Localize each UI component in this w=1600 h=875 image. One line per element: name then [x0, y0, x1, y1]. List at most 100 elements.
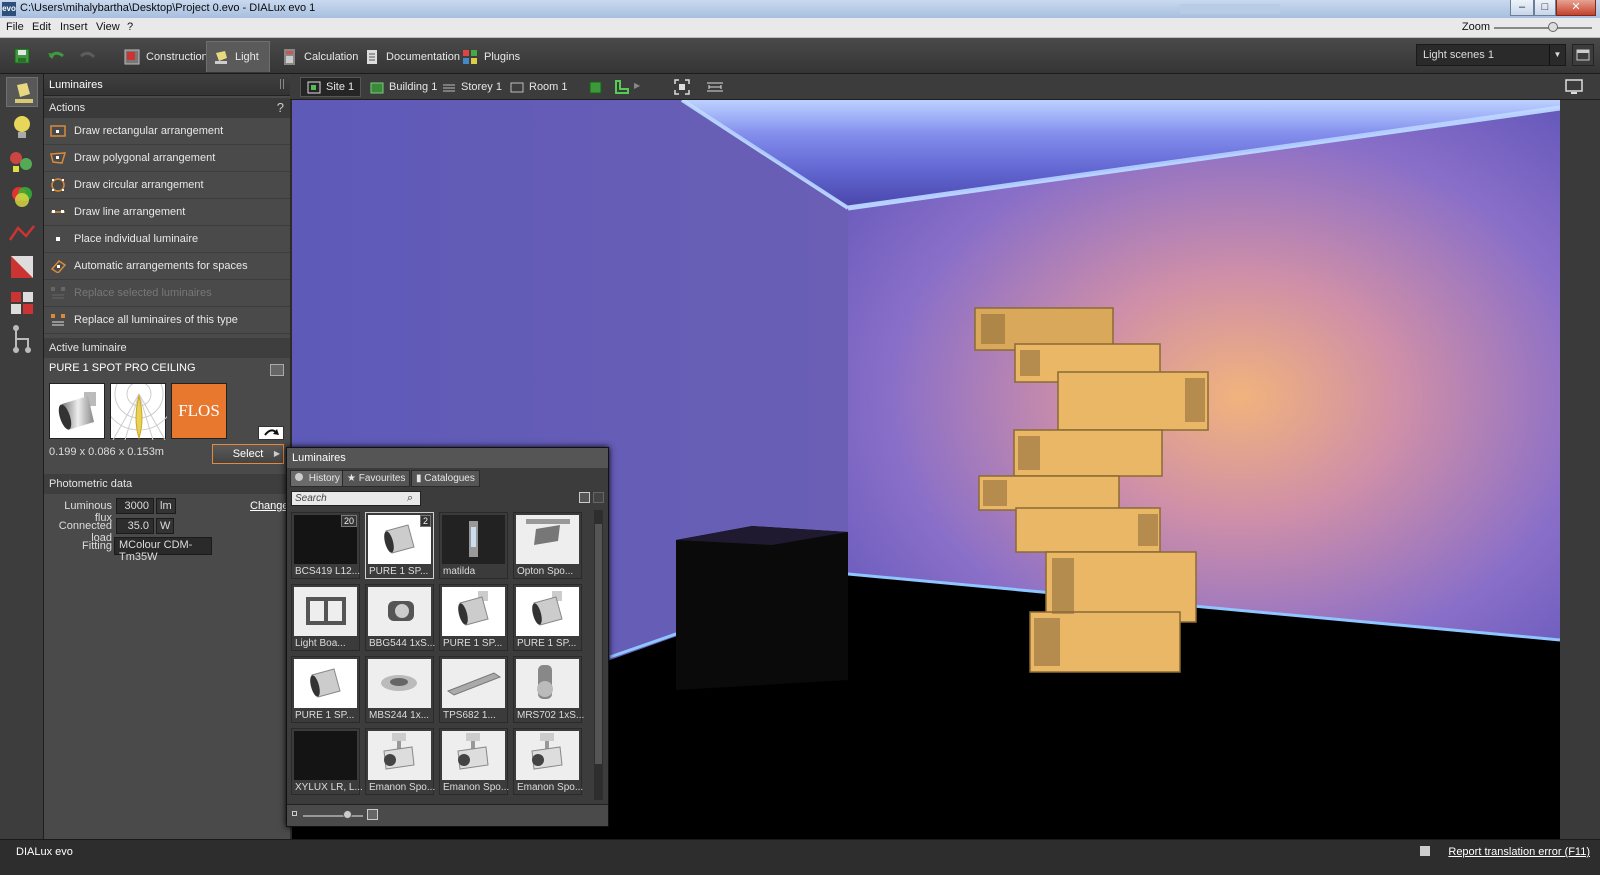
zoom-extents-button[interactable] [674, 79, 690, 95]
luminaire-tile[interactable]: 2 PURE 1 SP... [365, 512, 434, 579]
color-button[interactable] [6, 182, 38, 212]
tab-documentation[interactable]: Documentation [358, 41, 470, 72]
circuit-icon [13, 325, 31, 353]
3d-view-button[interactable] [588, 79, 604, 95]
luminaire-tile[interactable]: matilda [439, 512, 508, 579]
toggle-panel-button[interactable] [1572, 44, 1594, 66]
menu-insert[interactable]: Insert [60, 21, 88, 33]
grid-button[interactable] [6, 288, 38, 318]
luminaire-tile[interactable]: MBS244 1x... [365, 656, 434, 723]
luminaire-tile[interactable]: Emanon Spo... [439, 728, 509, 795]
luminaire-tile[interactable]: PURE 1 SP... [439, 584, 508, 651]
report-translation-error-link[interactable]: Report translation error (F11) [1448, 846, 1590, 858]
luminaire-tile[interactable]: TPS682 1... [439, 656, 508, 723]
luminaire-tile[interactable]: BBG544 1xS... [365, 584, 435, 651]
breadcrumb-storey[interactable]: Storey 1 [436, 77, 508, 97]
action-rectangular-arrangement[interactable]: Draw rectangular arrangement [44, 118, 290, 145]
menu-file[interactable]: File [6, 21, 24, 33]
change-fitting-link[interactable]: Change [250, 500, 289, 512]
luminaire-tile[interactable]: Opton Spo... [513, 512, 582, 579]
save-button[interactable] [12, 46, 32, 66]
measure-button[interactable] [706, 79, 724, 95]
breadcrumb-site[interactable]: Site 1 [300, 77, 362, 97]
thumbnail-size-handle[interactable] [343, 810, 352, 819]
tab-plugins[interactable]: Plugins [456, 41, 530, 72]
zoom-slider[interactable] [1494, 27, 1592, 29]
menu-view[interactable]: View [96, 21, 120, 33]
luminaire-thumbnail [516, 515, 579, 564]
action-replace-all[interactable]: Replace all luminaires of this type [44, 307, 290, 334]
2d-view-button[interactable] [614, 79, 630, 95]
luminaire-tile-label: Light Boa... [295, 638, 346, 649]
luminaire-tile[interactable]: Emanon Spo... [513, 728, 583, 795]
small-size-icon [292, 811, 297, 816]
fullscreen-button[interactable] [1564, 78, 1584, 96]
redo-button[interactable] [78, 46, 98, 66]
light-control-button[interactable] [6, 146, 38, 176]
scrollbar-thumb[interactable] [595, 524, 602, 764]
help-icon[interactable]: ? [277, 100, 284, 115]
luminaire-tile[interactable]: MRS702 1xS... [513, 656, 584, 723]
maximize-button[interactable]: □ [1534, 0, 1556, 16]
luminaires-mode-button[interactable] [6, 77, 38, 107]
select-button[interactable]: Select ▶ [212, 444, 284, 464]
view-toggle-list[interactable] [579, 492, 590, 503]
spotlight-thumb-icon [458, 591, 489, 626]
track-spot-thumb-icon [531, 733, 563, 770]
action-label: Place individual luminaire [74, 233, 199, 245]
tab-favourites[interactable]: ★ Favourites [342, 470, 411, 487]
rotate-view-button[interactable] [258, 426, 284, 440]
tab-construction[interactable]: Construction [118, 41, 218, 72]
minimize-button[interactable]: – [1510, 0, 1534, 16]
connected-load-field[interactable]: 35.0 [116, 518, 154, 534]
copy-icon[interactable] [270, 364, 284, 376]
action-line-arrangement[interactable]: Draw line arrangement [44, 199, 290, 226]
browser-title: Luminaires [292, 452, 346, 464]
action-automatic-arrangements[interactable]: Automatic arrangements for spaces [44, 253, 290, 280]
thumbnail-size-slider[interactable] [303, 815, 363, 817]
luminaire-tile[interactable]: PURE 1 SP... [291, 656, 360, 723]
view-chevron-icon[interactable]: ▶ [634, 81, 640, 90]
browser-scrollbar[interactable] [594, 510, 603, 800]
view-toggle-grid[interactable] [593, 492, 604, 503]
circuit-button[interactable] [6, 324, 38, 354]
luminaire-tile[interactable]: Light Boa... [291, 584, 360, 651]
action-polygonal-arrangement[interactable]: Draw polygonal arrangement [44, 145, 290, 172]
panel-grip-icon[interactable] [280, 79, 284, 89]
search-input[interactable]: Search [291, 491, 421, 506]
tab-history[interactable]: History [290, 470, 345, 487]
tab-history-label: History [308, 473, 340, 484]
track-spot-thumb-icon [526, 519, 570, 545]
light-scenes-dropdown[interactable]: Light scenes 1 ▼ [1416, 44, 1566, 66]
redo-icon [80, 51, 96, 59]
menu-bar: File Edit Insert View ? Zoom [0, 18, 1600, 38]
tab-catalogues[interactable]: ▮ Catalogues [411, 470, 480, 487]
luminaire-tile[interactable]: 20 BCS419 L12... [291, 512, 360, 579]
spot-thumb-icon [388, 601, 414, 621]
action-place-individual[interactable]: Place individual luminaire [44, 226, 290, 253]
search-icon[interactable]: ⌕ [407, 492, 413, 505]
light-emitting-objects-button[interactable] [6, 112, 38, 142]
fitting-field[interactable]: MColour CDM-Tm35W [114, 537, 212, 563]
distribution-curve-button[interactable] [6, 218, 38, 248]
zoom-slider-handle[interactable] [1548, 22, 1558, 32]
rectangle-arrangement-icon [50, 125, 66, 137]
manufacturer-logo: FLOS [171, 383, 227, 439]
undo-button[interactable] [46, 46, 66, 66]
luminous-flux-field[interactable]: 3000 [116, 498, 154, 514]
breadcrumb-building[interactable]: Building 1 [364, 77, 443, 97]
ruler-icon [707, 82, 723, 92]
spotlight-thumb-icon [532, 591, 563, 626]
luminaire-tile[interactable]: XYLUX LR, L... [291, 728, 363, 795]
action-circular-arrangement[interactable]: Draw circular arrangement [44, 172, 290, 199]
tab-calculation[interactable]: Calculation [276, 41, 368, 72]
luminaire-tile[interactable]: PURE 1 SP... [513, 584, 582, 651]
menu-help[interactable]: ? [127, 21, 133, 33]
breadcrumb-room[interactable]: Room 1 [504, 77, 574, 97]
action-replace-selected[interactable]: Replace selected luminaires [44, 280, 290, 307]
menu-edit[interactable]: Edit [32, 21, 51, 33]
tab-light[interactable]: Light [206, 41, 270, 72]
close-button[interactable]: ✕ [1556, 0, 1596, 16]
luminaire-tile[interactable]: Emanon Spo... [365, 728, 435, 795]
calculation-objects-button[interactable] [6, 252, 38, 282]
